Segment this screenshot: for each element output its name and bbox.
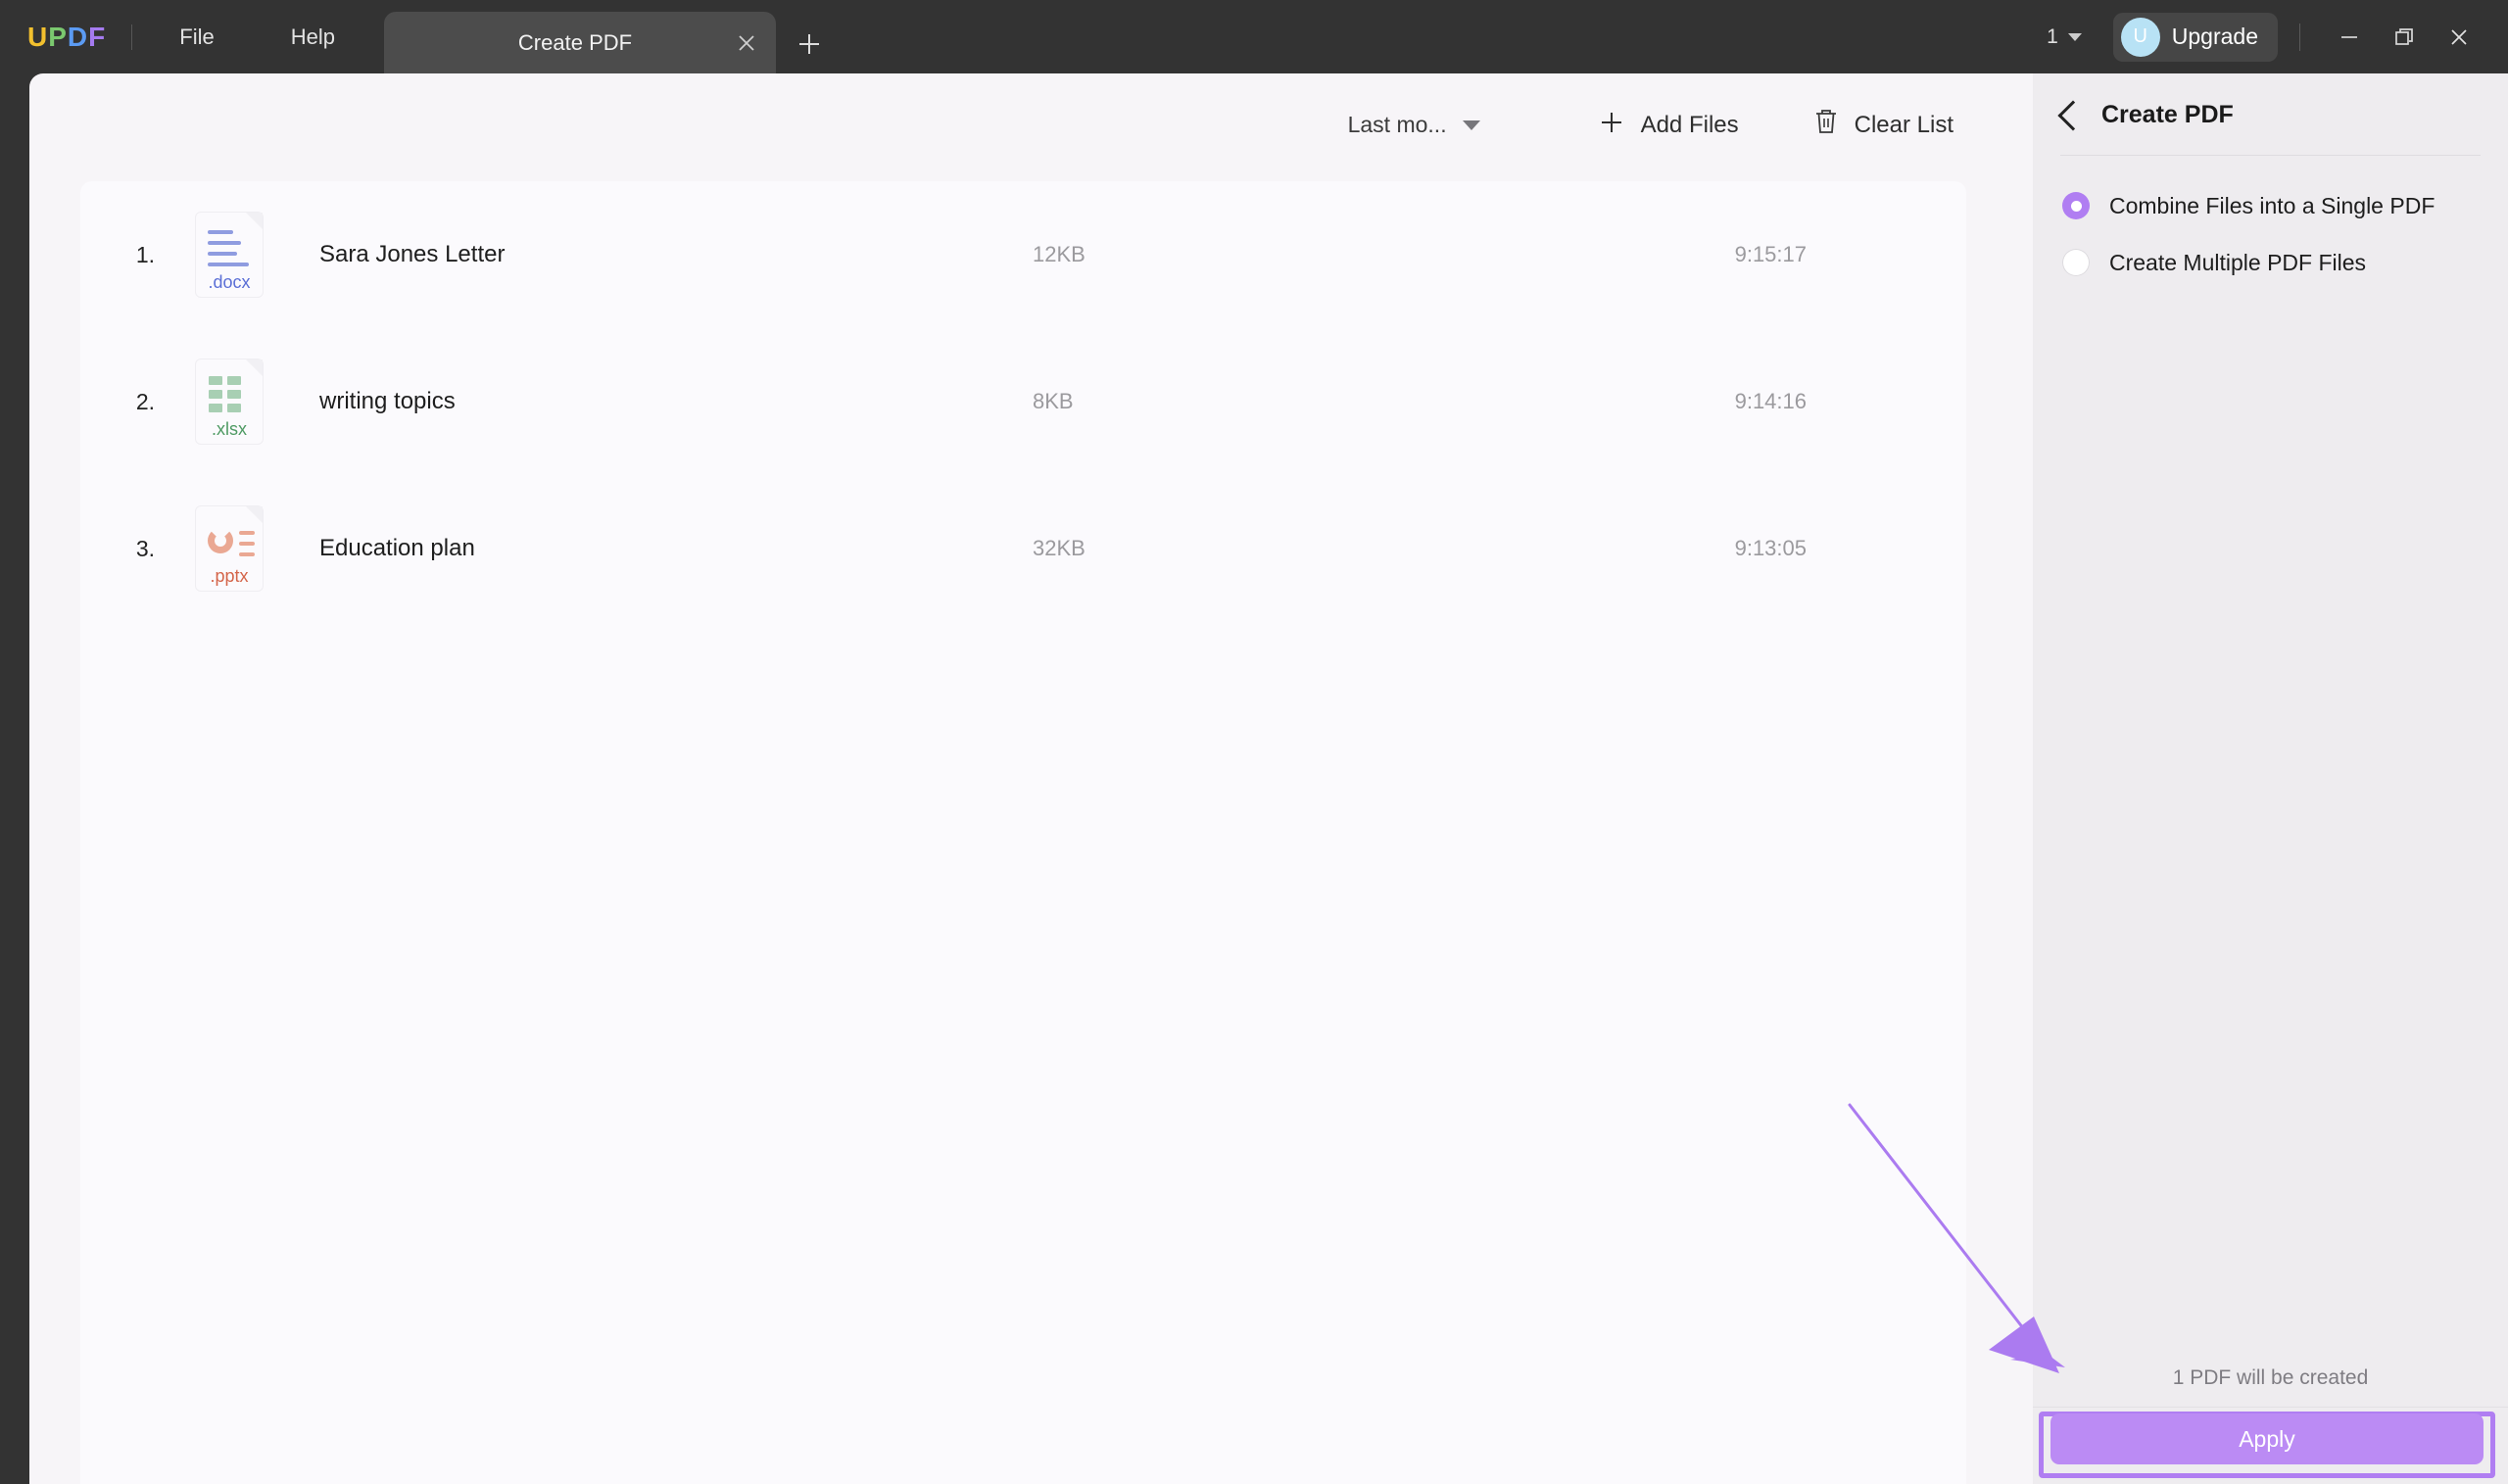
- plus-icon[interactable]: [789, 24, 830, 65]
- radio-option-multiple[interactable]: Create Multiple PDF Files: [2033, 234, 2508, 291]
- avatar: U: [2120, 17, 2160, 57]
- file-time: 9:15:17: [1734, 242, 1807, 266]
- file-size: 8KB: [1033, 389, 1074, 413]
- panel-bottom-divider: [2033, 1407, 2508, 1408]
- add-files-button[interactable]: Add Files: [1582, 99, 1755, 151]
- page-count-value: 1: [2047, 24, 2058, 48]
- logo-letter-d: D: [67, 21, 89, 52]
- file-list-toolbar: Last mo... Add Files Clear List: [29, 73, 2033, 176]
- clear-list-label: Clear List: [1854, 111, 1953, 138]
- chevron-down-icon: [1462, 120, 1480, 130]
- table-row[interactable]: 2. .xlsx writing topics 8KB 9:14:16: [80, 328, 1966, 475]
- logo-letter-f: F: [88, 21, 107, 52]
- panel-divider: [2060, 155, 2481, 156]
- trash-icon: [1813, 108, 1839, 142]
- radio-label: Create Multiple PDF Files: [2109, 249, 2367, 275]
- page-count-dropdown[interactable]: 1: [2037, 20, 2092, 55]
- radio-icon-selected[interactable]: [2062, 192, 2090, 219]
- titlebar-right-controls: 1 U Upgrade: [2037, 0, 2508, 73]
- row-index: 3.: [135, 535, 155, 561]
- file-name: Education plan: [319, 535, 475, 561]
- file-extension: .xlsx: [212, 419, 247, 439]
- chevron-left-icon[interactable]: [2057, 99, 2089, 131]
- table-row[interactable]: 1. .docx Sara Jones Letter 12KB 9:15:17: [80, 181, 1966, 328]
- page-title: Create PDF: [2101, 101, 2234, 128]
- upgrade-label: Upgrade: [2171, 24, 2258, 49]
- docx-file-icon: .docx: [170, 213, 288, 297]
- tab-label: Create PDF: [517, 29, 633, 55]
- row-index: 1.: [135, 241, 155, 267]
- row-index: 2.: [135, 388, 155, 414]
- file-time: 9:13:05: [1734, 536, 1807, 560]
- titlebar-divider: [2299, 23, 2300, 51]
- upgrade-button[interactable]: U Upgrade: [2112, 12, 2278, 62]
- menu-item-file[interactable]: File: [158, 17, 235, 58]
- file-extension: .pptx: [210, 566, 249, 586]
- updf-logo: U P D F: [27, 22, 106, 53]
- title-bar: U P D F File Help Create PDF 1 U Upgrade: [0, 0, 2508, 73]
- panel-header: Create PDF: [2033, 73, 2508, 131]
- main-content: Last mo... Add Files Clear List 1. .docx…: [29, 73, 2033, 1484]
- tab-create-pdf[interactable]: Create PDF: [384, 12, 776, 73]
- radio-label: Combine Files into a Single PDF: [2109, 192, 2436, 218]
- minimize-icon[interactable]: [2322, 10, 2377, 65]
- radio-icon-unselected[interactable]: [2062, 249, 2090, 276]
- clear-list-button[interactable]: Clear List: [1798, 98, 1969, 152]
- file-name: writing topics: [319, 388, 456, 414]
- file-list-card: 1. .docx Sara Jones Letter 12KB 9:15:17 …: [80, 181, 1966, 1484]
- menu-item-help[interactable]: Help: [269, 17, 357, 58]
- xlsx-file-icon: .xlsx: [170, 359, 288, 444]
- window-close-icon[interactable]: [2432, 10, 2486, 65]
- file-size: 32KB: [1033, 536, 1085, 560]
- close-icon[interactable]: [725, 22, 768, 65]
- file-size: 12KB: [1033, 242, 1085, 266]
- plus-icon: [1598, 109, 1625, 141]
- file-name: Sara Jones Letter: [319, 241, 506, 267]
- logo-letter-u: U: [27, 21, 49, 52]
- left-sidebar-strip: [0, 73, 29, 1484]
- updf-window: U P D F File Help Create PDF 1 U Upgrade…: [0, 0, 2508, 1484]
- add-files-label: Add Files: [1640, 111, 1739, 138]
- create-pdf-panel: Create PDF Combine Files into a Single P…: [2033, 73, 2508, 1484]
- logo-letter-p: P: [48, 21, 68, 52]
- radio-option-combine[interactable]: Combine Files into a Single PDF: [2033, 177, 2508, 234]
- pdf-count-note: 1 PDF will be created: [2172, 1366, 2369, 1389]
- restore-icon[interactable]: [2377, 10, 2432, 65]
- file-time: 9:14:16: [1734, 389, 1807, 413]
- table-row[interactable]: 3. .pptx Education plan 32KB 9:13:05: [80, 475, 1966, 622]
- apply-button[interactable]: Apply: [2050, 1413, 2484, 1464]
- logo-menu-divider: [131, 24, 133, 50]
- file-extension: .docx: [208, 272, 251, 292]
- chevron-down-icon: [2067, 32, 2082, 41]
- sort-label: Last mo...: [1347, 112, 1447, 137]
- sort-dropdown[interactable]: Last mo...: [1334, 102, 1494, 148]
- pptx-file-icon: .pptx: [170, 506, 288, 591]
